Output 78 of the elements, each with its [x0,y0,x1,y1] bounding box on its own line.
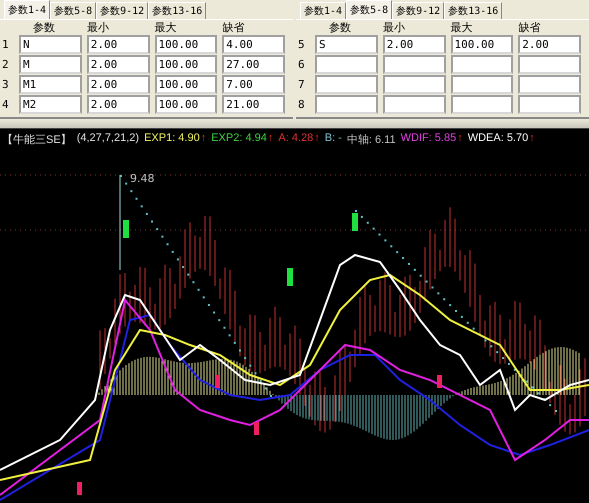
parameter-field[interactable] [315,55,378,74]
column-header: 最小 [86,21,110,34]
parameter-field[interactable] [450,75,514,94]
signal-marker [215,375,220,388]
row-number: 2 [2,58,10,71]
parameter-field[interactable]: 2.00 [86,95,150,114]
parameter-field[interactable] [382,95,446,114]
signal-marker [254,422,259,435]
parameter-field[interactable]: 2.00 [518,35,581,54]
up-arrow: ↑ [268,132,274,146]
parameter-field[interactable]: 100.00 [154,35,218,54]
parameter-field[interactable]: N [19,35,82,54]
legend-value: EXP1: 4.90 [144,132,200,146]
parameter-tab[interactable]: 参数9-12 [96,2,148,19]
parameter-field[interactable]: 100.00 [154,95,218,114]
parameter-field[interactable] [450,95,514,114]
parameter-field[interactable]: 4.00 [222,35,285,54]
parameter-field[interactable]: S [315,35,378,54]
parameter-tab[interactable]: 参数13-16 [444,2,502,19]
parameter-field[interactable]: M [19,55,82,74]
signal-marker [352,213,358,231]
parameter-field[interactable]: 7.00 [222,75,285,94]
parameter-field[interactable]: 21.00 [222,95,285,114]
parameter-field[interactable]: 100.00 [154,75,218,94]
parameter-field[interactable]: 2.00 [86,55,150,74]
parameter-field[interactable] [382,75,446,94]
parameter-tab[interactable]: 参数5-8 [346,0,392,19]
legend-value: 中轴: 6.11 [346,133,396,147]
legend-value: B: - [324,132,342,146]
column-header: 缺省 [518,21,542,34]
legend-value: A: 4.28 [278,132,314,146]
up-arrow: ↑ [529,132,535,146]
legend-value: EXP2: 4.94 [211,132,267,146]
parameter-tab[interactable]: 参数1-4 [300,2,346,19]
parameter-field[interactable]: 100.00 [450,35,514,54]
parameter-field[interactable] [518,55,581,74]
parameter-field[interactable]: 2.00 [86,35,150,54]
up-arrow: ↑ [200,132,206,146]
parameter-tab[interactable]: 参数5-8 [50,2,96,19]
signal-marker [123,220,129,238]
parameter-tab[interactable]: 参数13-16 [148,2,206,19]
parameter-field[interactable] [450,55,514,74]
row-number: 1 [2,38,10,51]
parameter-field[interactable]: 100.00 [154,55,218,74]
row-number: 5 [298,38,306,51]
signal-marker [437,375,442,388]
signal-marker [77,482,82,495]
column-header: 最大 [450,21,474,34]
column-header: 参数 [32,21,56,34]
peak-label: 9.48 [130,172,154,185]
parameter-field[interactable]: 27.00 [222,55,285,74]
column-header: 参数 [328,21,352,34]
row-number: 8 [298,98,306,111]
row-number: 4 [2,98,10,111]
column-header: 最大 [154,21,178,34]
parameter-field[interactable] [518,95,581,114]
signal-marker [287,268,293,286]
parameter-field[interactable]: M2 [19,95,82,114]
parameter-field[interactable]: 2.00 [382,35,446,54]
row-number: 7 [298,78,306,91]
parameter-field[interactable] [315,75,378,94]
row-number: 6 [298,58,306,71]
parameter-field[interactable] [382,55,446,74]
parameter-tab[interactable]: 参数9-12 [392,2,444,19]
parameter-field[interactable] [315,95,378,114]
parameter-field[interactable]: 2.00 [86,75,150,94]
column-header: 最小 [382,21,406,34]
legend-value: WDEA: 5.70 [468,132,528,146]
indicator-title: 【牛能三SE】 [2,132,72,147]
column-header: 缺省 [222,21,246,34]
parameter-field[interactable] [518,75,581,94]
parameter-field[interactable]: M1 [19,75,82,94]
up-arrow: ↑ [314,132,320,146]
indicator-params: (4,27,7,21,2) [76,132,140,146]
up-arrow: ↑ [457,132,463,146]
row-number: 3 [2,78,10,91]
parameter-tab[interactable]: 参数1-4 [4,0,50,19]
legend-value: WDIF: 5.85 [400,132,456,146]
